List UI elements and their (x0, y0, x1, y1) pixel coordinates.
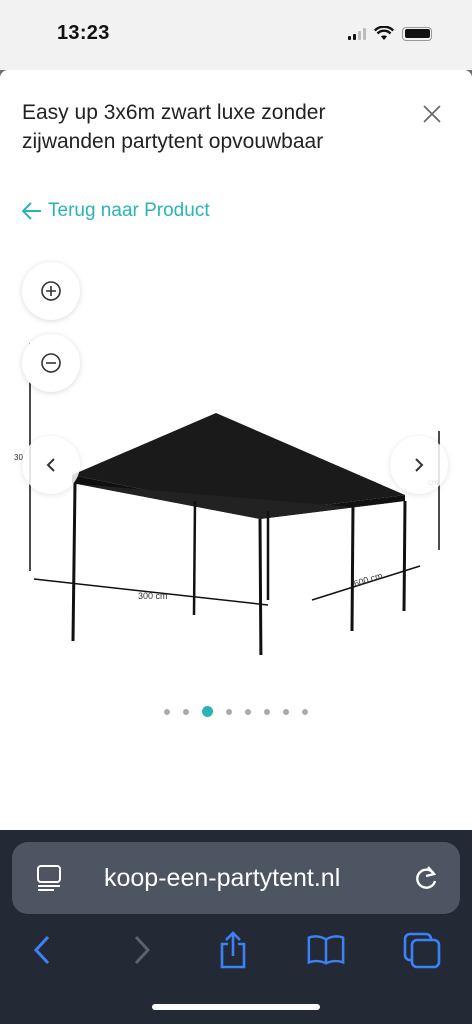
gallery-pagination (0, 706, 472, 717)
next-image-button[interactable] (390, 436, 448, 494)
wifi-icon (374, 26, 394, 40)
browser-nav-toolbar (0, 928, 472, 978)
length-label: 600 cm (353, 570, 384, 589)
status-icons (348, 26, 432, 41)
pagination-dot[interactable] (226, 708, 232, 715)
browser-toolbar: koop-een-partytent.nl (0, 830, 472, 1024)
chevron-left-icon (33, 935, 50, 965)
pagination-dot-active[interactable] (202, 706, 213, 717)
reader-mode-icon[interactable] (36, 864, 62, 892)
product-title: Easy up 3x6m zwart luxe zonder zijwanden… (22, 101, 326, 153)
product-image[interactable]: 30 300 cm 600 cm cm (10, 335, 462, 655)
product-image-modal: Easy up 3x6m zwart luxe zonder zijwanden… (0, 70, 472, 830)
previous-image-button[interactable] (22, 436, 80, 494)
url-text[interactable]: koop-een-partytent.nl (104, 864, 340, 893)
close-button[interactable] (422, 104, 442, 124)
back-to-product-link[interactable]: Terug naar Product (22, 200, 210, 222)
zoom-out-button[interactable] (22, 334, 80, 392)
status-bar: 13:23 (0, 0, 472, 70)
arrow-left-icon (22, 202, 41, 220)
chevron-left-icon (46, 458, 55, 472)
home-indicator (152, 1004, 320, 1010)
book-icon (307, 935, 345, 965)
forward-button[interactable] (122, 928, 162, 972)
status-time: 13:23 (57, 22, 110, 44)
cellular-signal-icon (348, 27, 366, 40)
share-icon (220, 931, 246, 969)
pagination-dot[interactable] (283, 708, 289, 715)
reload-icon[interactable] (412, 864, 440, 892)
bookmarks-button[interactable] (306, 928, 346, 972)
pagination-dot[interactable] (164, 708, 170, 715)
close-icon (423, 105, 441, 123)
tabs-button[interactable] (402, 928, 442, 972)
address-bar[interactable]: koop-een-partytent.nl (12, 842, 460, 914)
back-link-label: Terug naar Product (48, 200, 210, 221)
pagination-dot[interactable] (264, 708, 270, 715)
pagination-dot[interactable] (183, 708, 189, 715)
tabs-icon (403, 932, 441, 969)
share-button[interactable] (213, 928, 253, 972)
zoom-in-button[interactable] (22, 262, 80, 320)
chevron-right-icon (134, 935, 151, 965)
zoom-in-icon (41, 281, 61, 301)
battery-icon (402, 26, 432, 41)
pagination-dot[interactable] (302, 708, 308, 715)
pagination-dot[interactable] (245, 708, 251, 715)
chevron-right-icon (415, 458, 424, 472)
back-button[interactable] (22, 928, 62, 972)
zoom-out-icon (41, 353, 61, 373)
width-label: 300 cm (138, 591, 168, 601)
